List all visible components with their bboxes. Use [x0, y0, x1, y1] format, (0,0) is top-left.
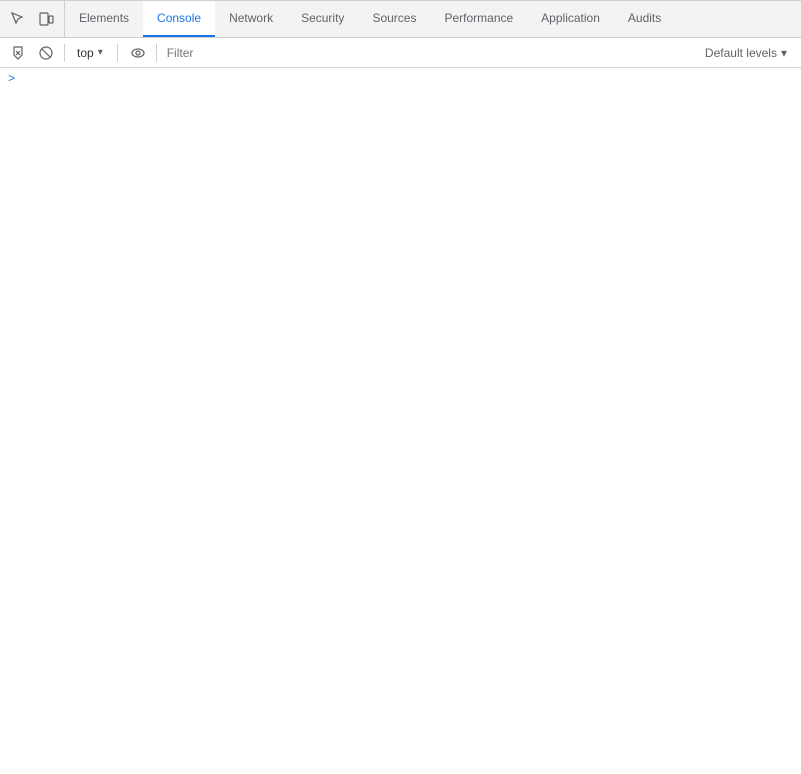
tab-console[interactable]: Console [143, 1, 215, 37]
filter-input[interactable] [163, 42, 693, 64]
tab-bar-icons [0, 1, 65, 37]
tab-sources[interactable]: Sources [358, 1, 430, 37]
context-selector[interactable]: top ▾ [71, 42, 109, 64]
devtools-panel: Elements Console Network Security Source… [0, 0, 801, 774]
tab-network[interactable]: Network [215, 1, 287, 37]
toolbar-divider-2 [117, 44, 118, 62]
console-toolbar: top ▾ Default levels ▾ [0, 38, 801, 68]
tab-performance[interactable]: Performance [430, 1, 527, 37]
console-prompt-arrow-icon: > [8, 72, 15, 86]
levels-dropdown-arrow-icon: ▾ [781, 46, 787, 60]
live-expressions-button[interactable] [126, 41, 150, 65]
inspect-element-button[interactable] [6, 7, 30, 31]
console-prompt-line: > [0, 68, 801, 90]
console-output-area[interactable]: > [0, 68, 801, 774]
device-toolbar-button[interactable] [34, 7, 58, 31]
tab-security[interactable]: Security [287, 1, 358, 37]
tab-audits[interactable]: Audits [614, 1, 675, 37]
tab-application[interactable]: Application [527, 1, 614, 37]
log-levels-button[interactable]: Default levels ▾ [697, 42, 795, 64]
tabs-list: Elements Console Network Security Source… [65, 1, 801, 37]
block-messages-button[interactable] [34, 41, 58, 65]
toolbar-divider-1 [64, 44, 65, 62]
clear-console-button[interactable] [6, 41, 30, 65]
toolbar-divider-3 [156, 44, 157, 62]
tab-elements[interactable]: Elements [65, 1, 143, 37]
tab-bar: Elements Console Network Security Source… [0, 1, 801, 38]
context-select-arrow-icon: ▾ [98, 47, 103, 58]
